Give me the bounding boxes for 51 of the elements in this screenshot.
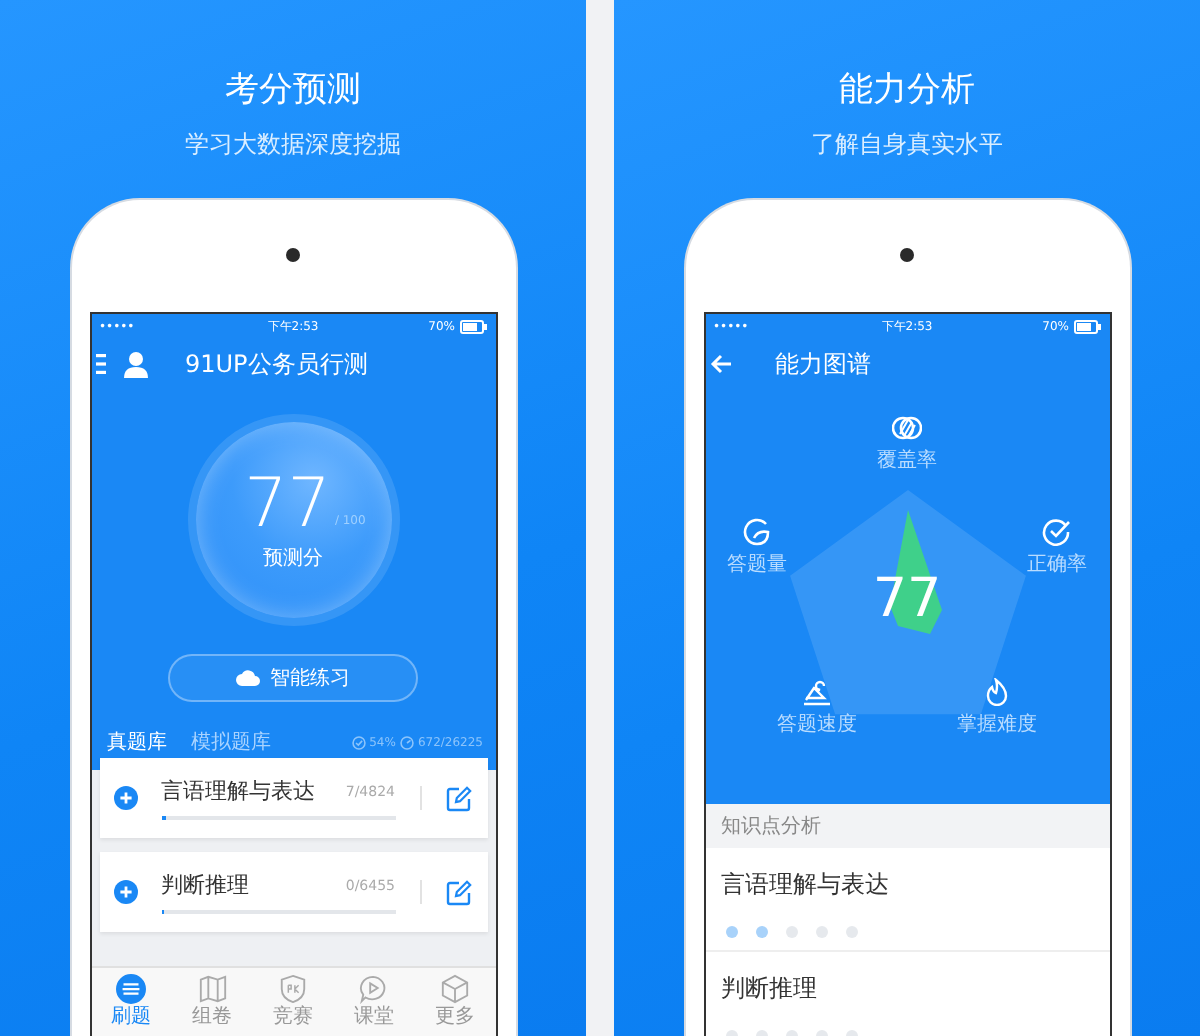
panel-subtitle: 了解自身真实水平 bbox=[811, 130, 1003, 160]
level-dot bbox=[755, 926, 767, 938]
nav-tab[interactable]: 课堂 bbox=[333, 968, 415, 1036]
battery-icon bbox=[1073, 319, 1102, 333]
avatar-icon[interactable] bbox=[121, 350, 149, 378]
score-value: 77 bbox=[244, 468, 331, 540]
panel-title: 考分预测 bbox=[225, 68, 361, 112]
nav-tab[interactable]: 竞赛 bbox=[252, 968, 334, 1036]
section-header: 知识点分析 bbox=[705, 804, 1109, 848]
cloud-icon bbox=[236, 670, 260, 686]
edit-icon[interactable] bbox=[445, 879, 471, 905]
practice-button[interactable]: 智能练习 bbox=[168, 654, 418, 702]
axis-label: 掌握难度 bbox=[957, 711, 1037, 738]
topic-name: 判断推理 bbox=[721, 972, 819, 1006]
app-title: 91UP公务员行测 bbox=[185, 347, 368, 381]
flame-icon bbox=[982, 678, 1012, 706]
panel-title: 能力分析 bbox=[839, 68, 975, 112]
screen-title: 能力图谱 bbox=[775, 347, 871, 381]
play-bubble-icon bbox=[358, 974, 389, 1004]
edit-icon[interactable] bbox=[445, 785, 471, 811]
plus-icon[interactable] bbox=[113, 880, 137, 904]
level-dot bbox=[845, 926, 857, 938]
check-icon bbox=[351, 735, 366, 749]
camera-dot bbox=[900, 248, 914, 262]
camera-dot bbox=[286, 248, 300, 262]
battery-icon bbox=[459, 319, 488, 333]
axis-label: 答题量 bbox=[727, 552, 787, 578]
coverage-icon bbox=[892, 414, 922, 442]
check-circle-icon bbox=[1042, 518, 1072, 546]
cube-icon bbox=[439, 974, 470, 1004]
panel-subtitle: 学习大数据深度挖掘 bbox=[185, 130, 401, 160]
subject-name: 判断推理 bbox=[161, 870, 249, 900]
axis-label: 答题速度 bbox=[777, 711, 857, 738]
axis-label: 正确率 bbox=[1027, 551, 1087, 578]
plus-icon[interactable] bbox=[113, 786, 137, 810]
back-arrow-icon[interactable] bbox=[709, 354, 731, 374]
pk-shield-icon bbox=[278, 974, 309, 1004]
map-icon bbox=[197, 974, 228, 1004]
topic-name: 言语理解与表达 bbox=[721, 868, 891, 902]
nav-tab[interactable]: 刷题 bbox=[91, 968, 172, 1036]
nav-tab[interactable]: 更多 bbox=[414, 968, 495, 1036]
nav-tab[interactable]: 组卷 bbox=[171, 968, 253, 1036]
gauge-icon bbox=[399, 735, 414, 749]
score-label: 预测分 bbox=[263, 545, 323, 572]
axis-label: 覆盖率 bbox=[877, 447, 937, 474]
list-icon bbox=[116, 974, 147, 1004]
subject-name: 言语理解与表达 bbox=[161, 776, 315, 806]
menu-icon[interactable] bbox=[95, 354, 105, 374]
level-dot bbox=[785, 926, 797, 938]
level-dot bbox=[725, 926, 737, 938]
level-dot bbox=[815, 926, 827, 938]
